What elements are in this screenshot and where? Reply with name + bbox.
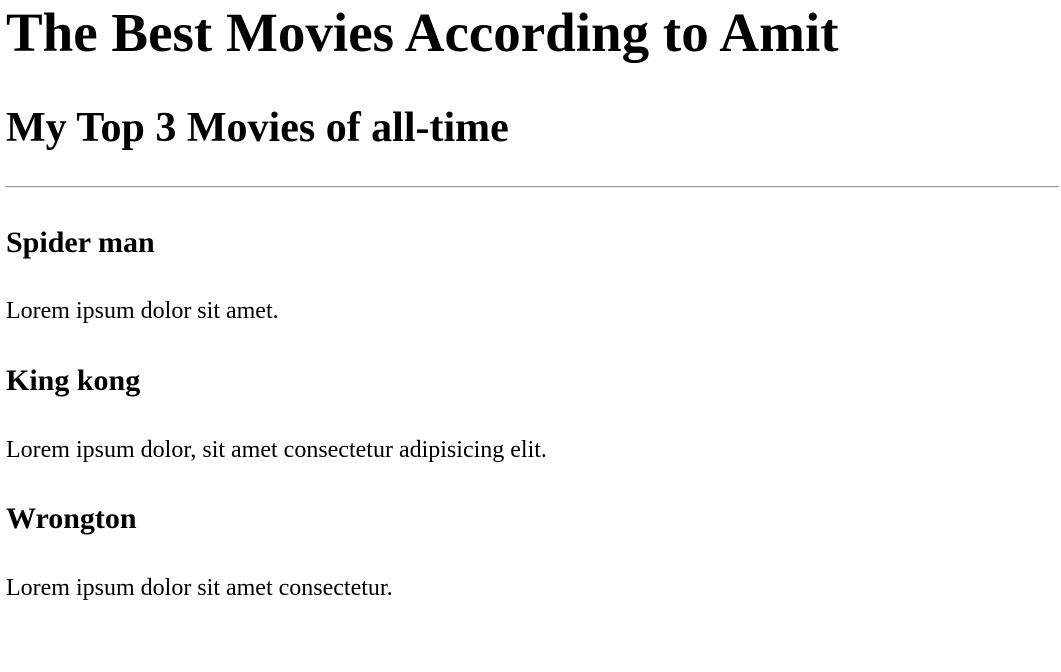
movie-title-spider-man: Spider man <box>6 226 155 259</box>
movie-title-king-kong: King kong <box>6 364 141 397</box>
movie-title-wrongton: Wrongton <box>6 502 137 535</box>
section-divider <box>5 186 1059 188</box>
page-title: The Best Movies According to Amit <box>6 2 839 63</box>
movie-description-spider-man: Lorem ipsum dolor sit amet. <box>6 298 279 324</box>
page-subtitle: My Top 3 Movies of all-time <box>6 105 509 151</box>
movie-description-king-kong: Lorem ipsum dolor, sit amet consectetur … <box>6 437 547 463</box>
movie-description-wrongton: Lorem ipsum dolor sit amet consectetur. <box>6 575 393 601</box>
